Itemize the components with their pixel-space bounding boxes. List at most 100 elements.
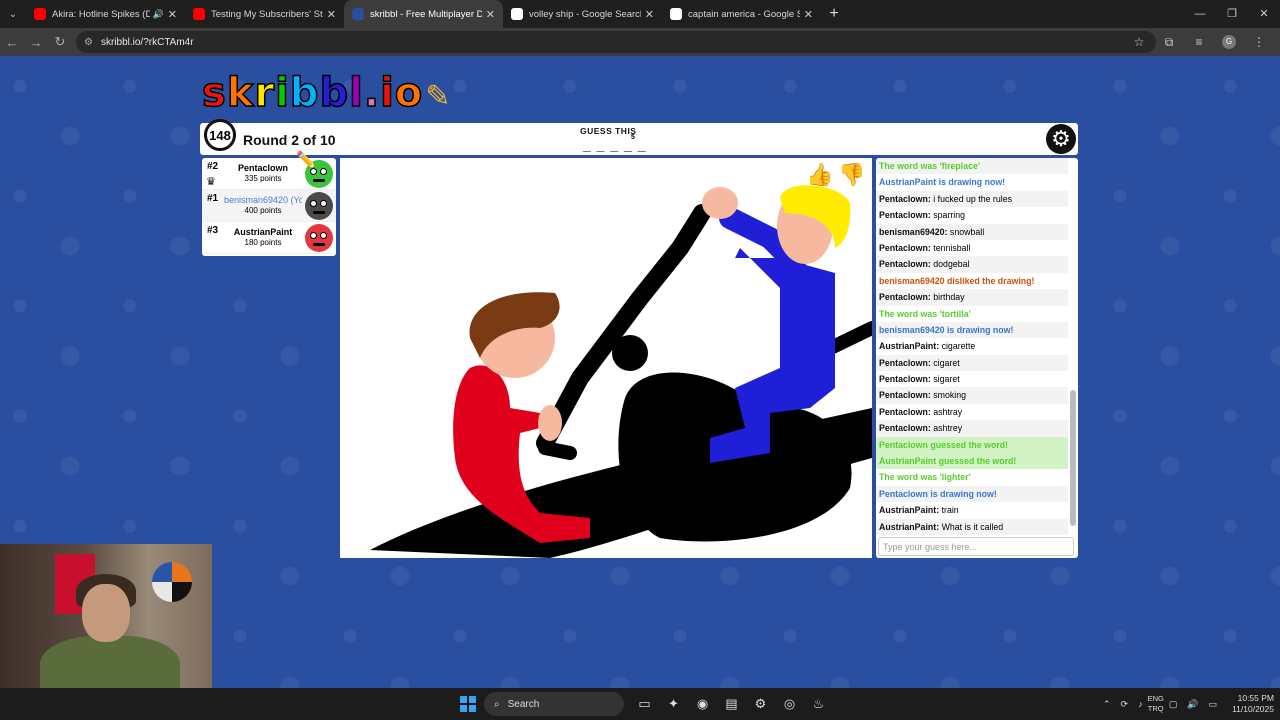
system-clock[interactable]: 10:55 PM 11/10/2025 [1232, 693, 1274, 715]
tab-audio-icon[interactable]: 🔊 [153, 9, 164, 20]
tab-title: captain america - Google Searc [688, 8, 800, 20]
lang-bottom: TRQ [1147, 704, 1164, 713]
forward-icon[interactable]: → [24, 35, 48, 50]
player-name: AustrianPaint [233, 227, 293, 237]
chat-message: Pentaclown: sigaret [876, 371, 1068, 387]
drawing-svg [370, 185, 872, 558]
browser-tab[interactable]: captain america - Google Searc ✕ [662, 0, 821, 28]
start-button[interactable] [460, 696, 476, 712]
tab-close-icon[interactable]: ✕ [804, 8, 813, 21]
chat-text: snowball [949, 226, 985, 237]
browser-tab[interactable]: Testing My Subscribers' Struggl ✕ [185, 0, 344, 28]
network-sync-icon[interactable]: ⟳ [1121, 699, 1129, 710]
chat-text: dodgebal [933, 259, 970, 270]
tab-title: skribbl - Free Multiplayer Drawi [370, 8, 482, 20]
logo-letter: i [274, 69, 290, 117]
microphone-icon[interactable]: ♪ [1138, 699, 1143, 709]
guess-this-label: GUESS THIS [580, 126, 637, 136]
drawing-red-figure-hand [538, 405, 562, 441]
close-window-icon[interactable]: ✕ [1248, 0, 1280, 28]
logo-letter: l [348, 69, 364, 117]
player-row[interactable]: #1 benisman69420 (You)400 points [202, 190, 336, 222]
tab-strip: ⌄ Akira: Hotline Spikes (Death🔊✕Testing … [0, 0, 1280, 28]
thumbs-up-icon[interactable]: 👍 [806, 162, 833, 188]
chat-author: Pentaclown: [879, 357, 931, 368]
chat-text: tennisball [933, 242, 971, 253]
file-explorer-icon[interactable]: ▤ [717, 696, 746, 712]
chat-text: i fucked up the rules [933, 193, 1012, 204]
chat-message: AustrianPaint: What is it called [876, 518, 1068, 535]
browser-menu-icon[interactable]: ⋮ [1244, 35, 1274, 49]
bookmark-star-icon[interactable]: ☆ [1124, 35, 1154, 49]
chat-scroll-thumb[interactable] [1070, 390, 1076, 526]
obs-icon[interactable]: ◎ [775, 696, 804, 712]
taskbar-search[interactable]: ⌕ Search [484, 692, 624, 716]
taskbar-search-label: Search [507, 698, 540, 710]
task-view-icon[interactable]: ▭ [630, 696, 659, 712]
media-control-icon[interactable]: ≡ [1184, 35, 1214, 49]
chat-text: ashtrey [933, 423, 963, 434]
thumbs-down-icon[interactable]: 👎 [838, 162, 865, 188]
address-bar[interactable]: ⚙ skribbl.io/?rkCTAm4r [76, 31, 1156, 53]
logo-letter: k [226, 69, 255, 117]
tray-overflow-icon[interactable]: ⌃ [1103, 699, 1111, 710]
chat-message: benisman69420: snowball [876, 223, 1068, 240]
logo-letter: s [201, 69, 227, 117]
reload-icon[interactable]: ↻ [48, 34, 72, 50]
chat-message: Pentaclown: birthday [876, 289, 1068, 306]
drawing-pencil-icon: ✏️ [296, 152, 316, 169]
player-rank: #1 [207, 193, 219, 204]
clock-date: 11/10/2025 [1232, 704, 1274, 714]
chat-message: Pentaclown: ashtrey [876, 420, 1068, 437]
player-row[interactable]: #3 AustrianPaint 180 points [202, 222, 336, 254]
tab-favicon-icon [511, 8, 523, 20]
browser-tab[interactable]: skribbl - Free Multiplayer Drawi ✕ [344, 0, 503, 28]
browser-tab[interactable]: volley ship - Google Search ✕ [503, 0, 662, 28]
new-tab-button[interactable]: + [821, 5, 847, 23]
settings-gear-icon[interactable]: ⚙ [1046, 124, 1076, 154]
language-indicator[interactable]: ENG TRQ [1148, 694, 1164, 714]
tab-close-icon[interactable]: ✕ [327, 8, 336, 21]
browser-tab[interactable]: Akira: Hotline Spikes (Death🔊 ✕ [26, 0, 185, 28]
guess-input[interactable] [878, 537, 1074, 556]
back-icon[interactable]: ← [0, 35, 24, 50]
site-info-icon[interactable]: ⚙ [84, 37, 93, 48]
tab-title: Akira: Hotline Spikes (Death [52, 8, 150, 20]
settings-app-icon[interactable]: ⚙ [746, 696, 775, 712]
extensions-icon[interactable]: ⧉ [1154, 35, 1184, 50]
tab-close-icon[interactable]: ✕ [486, 8, 495, 21]
battery-icon[interactable]: ▭ [1209, 699, 1218, 710]
chat-author: Pentaclown: [879, 423, 931, 434]
display-icon[interactable]: ▢ [1169, 699, 1178, 710]
chat-author: AustrianPaint: [879, 505, 940, 516]
profile-avatar[interactable]: G [1222, 35, 1236, 49]
volume-icon[interactable]: 🔊 [1187, 699, 1198, 710]
url-text: skribbl.io/?rkCTAm4r [100, 36, 194, 48]
chat-text: birthday [933, 292, 965, 303]
tab-close-icon[interactable]: ✕ [168, 8, 177, 21]
tab-search-icon[interactable]: ⌄ [0, 0, 26, 28]
tab-favicon-icon [670, 8, 682, 20]
chat-message: Pentaclown guessed the word! [876, 436, 1068, 454]
logo-letter: r [254, 69, 276, 117]
chat-message: Pentaclown: i fucked up the rules [876, 190, 1068, 208]
player-row[interactable]: #2 Pentaclown 335 points ♛ ✏️ [202, 152, 336, 190]
steam-icon[interactable]: ♨ [804, 696, 833, 712]
chat-author: Pentaclown: [879, 390, 931, 401]
restore-icon[interactable]: ❐ [1216, 0, 1248, 28]
chat-message: benisman69420 is drawing now! [876, 321, 1068, 339]
logo-letter: b [289, 69, 320, 117]
chat-scrollbar[interactable] [1070, 162, 1076, 534]
chat-text: cigarette [941, 341, 976, 352]
chat-author: benisman69420: [879, 226, 948, 237]
tab-favicon-icon [193, 8, 205, 20]
tab-title: volley ship - Google Search [529, 8, 641, 20]
copilot-icon[interactable]: ✦ [659, 696, 688, 712]
player-points: 400 points [244, 206, 282, 215]
chat-message: Pentaclown is drawing now! [876, 485, 1068, 503]
chrome-icon[interactable]: ◉ [688, 696, 717, 712]
drawing-canvas[interactable]: 👍 👎 [340, 158, 872, 558]
tab-close-icon[interactable]: ✕ [645, 8, 654, 21]
chat-message: The word was 'tortilla' [879, 308, 971, 319]
minimize-icon[interactable]: — [1184, 0, 1216, 28]
